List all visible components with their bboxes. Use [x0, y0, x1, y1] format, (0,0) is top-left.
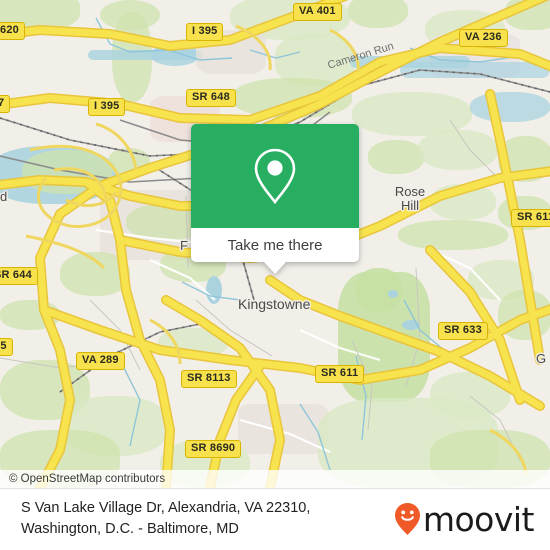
road-shield: SR 633	[438, 322, 488, 340]
road-shield: SR 611	[315, 365, 365, 383]
road-shield: SR 648	[186, 89, 236, 107]
map-attribution[interactable]: © OpenStreetMap contributors	[0, 470, 550, 488]
road-shield: SR 8113	[181, 370, 237, 388]
moovit-wordmark: moovit	[422, 499, 535, 539]
take-me-there-label: Take me there	[227, 236, 323, 254]
location-title: S Van Lake Village Dr, Alexandria, VA 22…	[21, 498, 401, 540]
popup-header	[191, 124, 359, 228]
road-shield: SR 644	[0, 267, 38, 285]
road-shield: VA 289	[76, 352, 125, 370]
map-canvas[interactable]: d F Rose Hill Kingstowne G Cameron Run 62…	[0, 0, 550, 488]
road-shield: SR 8690	[185, 440, 242, 458]
popup-tail-arrow	[264, 262, 286, 274]
location-title-line2: Washington, D.C. - Baltimore, MD	[21, 521, 239, 537]
footer-bar: S Van Lake Village Dr, Alexandria, VA 22…	[0, 488, 550, 550]
road-shield: VA 236	[459, 29, 508, 47]
location-popup-card[interactable]: Take me there	[191, 124, 359, 274]
road-shield: VA 401	[293, 3, 342, 21]
map-pin-icon	[254, 148, 296, 205]
popup-action-row[interactable]: Take me there	[191, 228, 359, 262]
moovit-smiley-pin-icon	[394, 503, 420, 535]
location-title-line1: S Van Lake Village Dr, Alexandria, VA 22…	[21, 500, 311, 516]
moovit-brand[interactable]: moovit	[394, 499, 535, 539]
screenshot-root: d F Rose Hill Kingstowne G Cameron Run 62…	[0, 0, 550, 550]
road-shield: 95	[0, 338, 13, 356]
road-shield: 7	[0, 95, 11, 113]
road-shield: I 395	[88, 98, 126, 116]
road-shield: I 395	[186, 23, 224, 41]
road-shield: SR 611	[511, 209, 550, 227]
road-shield: 620	[0, 22, 25, 40]
